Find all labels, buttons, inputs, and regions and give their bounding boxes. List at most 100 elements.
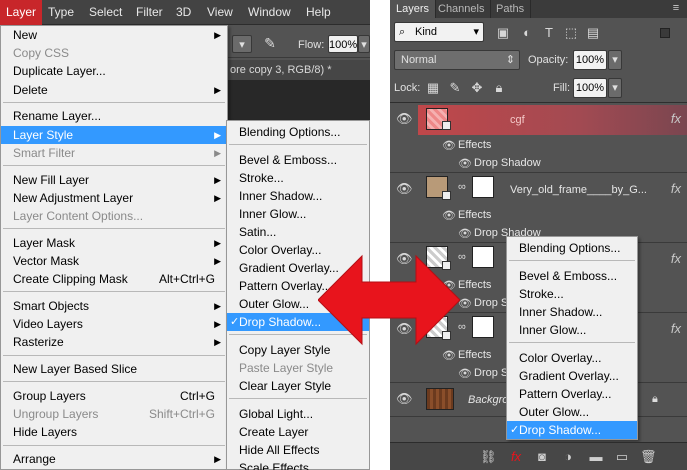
layer-menu-item-create-clipping-mask[interactable]: Create Clipping Mask Alt+Ctrl+G	[1, 270, 227, 288]
layer-menu-item-new-adjustment-layer[interactable]: New Adjustment Layer ▶	[1, 189, 227, 207]
layer-menu-item-new[interactable]: New ▶	[1, 26, 227, 44]
style-menu-item-satin[interactable]: Satin...	[227, 223, 369, 241]
menu-view[interactable]: View	[207, 0, 233, 25]
fx-icon[interactable]: fx	[671, 251, 681, 266]
fx-icon[interactable]: fx	[671, 181, 681, 196]
airbrush-icon[interactable]: ✎	[260, 35, 280, 53]
effect-drop-shadow[interactable]: Drop S	[474, 367, 508, 379]
style-menu-item-global-light[interactable]: Global Light...	[227, 405, 369, 423]
add-layer-style-icon[interactable]: fx	[508, 449, 524, 465]
effect-drop-shadow[interactable]: Drop S	[474, 297, 508, 309]
fill-dropdown[interactable]: ▾	[608, 78, 622, 98]
filter-toggle[interactable]	[660, 28, 670, 38]
menu-help[interactable]: Help	[306, 0, 331, 25]
visibility-eye-icon[interactable]: 👁︎	[396, 391, 413, 407]
pixel-filter-icon[interactable]: ▣	[494, 24, 512, 42]
layer-menu-item-arrange[interactable]: Arrange ▶	[1, 450, 227, 468]
lock-image-icon[interactable]: ✎	[446, 79, 464, 97]
effect-visibility-icon[interactable]: 👁︎	[458, 367, 472, 380]
layer-row-cgf[interactable]: 👁︎ cgf fx 👁︎ Effects 👁︎ Drop Shadow	[390, 103, 687, 173]
trash-icon[interactable]: 🗑︎	[640, 449, 657, 465]
lock-position-icon[interactable]: ✥	[468, 79, 486, 97]
layer-menu-item-vector-mask[interactable]: Vector Mask ▶	[1, 252, 227, 270]
layer-menu-item-new-fill-layer[interactable]: New Fill Layer ▶	[1, 171, 227, 189]
layer-menu-item-video-layers[interactable]: Video Layers ▶	[1, 315, 227, 333]
effect-drop-shadow[interactable]: Drop Shadow	[474, 157, 541, 169]
new-layer-icon[interactable]: ▭	[614, 449, 630, 465]
layer-menu-item-rasterize[interactable]: Rasterize ▶	[1, 333, 227, 351]
menu-filter[interactable]: Filter	[136, 0, 163, 25]
flow-input[interactable]: 100%	[328, 35, 358, 53]
blend-mode-dropdown[interactable]: Normal ⇕	[394, 50, 520, 70]
style-menu-item-blending-options[interactable]: Blending Options...	[227, 123, 369, 141]
menu-select[interactable]: Select	[89, 0, 122, 25]
menu-type[interactable]: Type	[48, 0, 74, 25]
fill-input[interactable]: 100%	[573, 78, 607, 98]
style-menu-item-inner-shadow[interactable]: Inner Shadow...	[227, 187, 369, 205]
adjustment-filter-icon[interactable]: ◐	[518, 24, 536, 42]
style-menu-item-scale-effects[interactable]: Scale Effects...	[227, 459, 369, 470]
opacity-dropdown[interactable]: ▾	[608, 50, 622, 70]
menu-layer[interactable]: Layer	[0, 0, 43, 25]
effects-visibility-icon[interactable]: 👁︎	[442, 349, 456, 362]
style-menu-item-inner-glow[interactable]: Inner Glow...	[227, 205, 369, 223]
opacity-input[interactable]: 100%	[573, 50, 607, 70]
fx-menu-item-inner-glow[interactable]: Inner Glow...	[507, 321, 637, 339]
menu-3d[interactable]: 3D	[176, 0, 191, 25]
layer-name[interactable]: Backgro	[468, 394, 508, 406]
effect-visibility-icon[interactable]: 👁︎	[458, 227, 472, 240]
style-menu-item-clear-layer-style[interactable]: Clear Layer Style	[227, 377, 369, 395]
fx-menu-item-inner-shadow[interactable]: Inner Shadow...	[507, 303, 637, 321]
tab-channels[interactable]: Channels	[432, 0, 492, 18]
lock-all-icon[interactable]: 🔒︎	[490, 79, 508, 97]
fx-menu-item-pattern-overlay[interactable]: Pattern Overlay...	[507, 385, 637, 403]
effects-visibility-icon[interactable]: 👁︎	[442, 139, 456, 152]
fx-menu-item-gradient-overlay[interactable]: Gradient Overlay...	[507, 367, 637, 385]
layer-menu-item-hide-layers[interactable]: Hide Layers	[1, 423, 227, 441]
fx-icon[interactable]: fx	[671, 111, 681, 126]
layer-menu-item-layer-mask[interactable]: Layer Mask ▶	[1, 234, 227, 252]
fx-menu-item-color-overlay[interactable]: Color Overlay...	[507, 349, 637, 367]
fx-menu-item-drop-shadow[interactable]: ✓ Drop Shadow...	[507, 421, 637, 439]
panel-menu-icon[interactable]: ≡	[669, 2, 683, 16]
fx-menu-item-bevel-emboss[interactable]: Bevel & Emboss...	[507, 267, 637, 285]
brush-preset-dropdown[interactable]: ▾	[232, 35, 252, 53]
fx-menu-item-blending-options[interactable]: Blending Options...	[507, 239, 637, 257]
layer-menu-item-group-layers[interactable]: Group Layers Ctrl+G	[1, 387, 227, 405]
link-layers-icon[interactable]: ⛓︎	[480, 449, 497, 465]
layer-name[interactable]: cgf	[510, 114, 525, 126]
tab-layers[interactable]: Layers	[390, 0, 437, 18]
menu-window[interactable]: Window	[248, 0, 291, 25]
style-menu-item-bevel-emboss[interactable]: Bevel & Emboss...	[227, 151, 369, 169]
layer-menu-item-duplicate-layer[interactable]: Duplicate Layer...	[1, 62, 227, 80]
effect-visibility-icon[interactable]: 👁︎	[458, 157, 472, 170]
fx-menu-item-outer-glow[interactable]: Outer Glow...	[507, 403, 637, 421]
visibility-eye-icon[interactable]: 👁︎	[396, 111, 413, 127]
shape-filter-icon[interactable]: ⬚	[562, 24, 580, 42]
layer-menu-item-layer-style[interactable]: Layer Style ▶	[1, 125, 227, 144]
layer-menu-item-delete[interactable]: Delete ▶	[1, 81, 227, 99]
filter-kind-dropdown[interactable]: ⌕ Kind ▾	[394, 22, 484, 42]
visibility-eye-icon[interactable]: 👁︎	[396, 181, 413, 197]
tab-paths[interactable]: Paths	[490, 0, 532, 18]
lock-transparent-icon[interactable]: ▦	[424, 79, 442, 97]
effect-visibility-icon[interactable]: 👁︎	[458, 297, 472, 310]
layer-menu-item-new-layer-based-slice[interactable]: New Layer Based Slice	[1, 360, 227, 378]
flow-dropdown[interactable]: ▾	[358, 35, 370, 53]
smart-object-filter-icon[interactable]: ▤	[584, 24, 602, 42]
document-tab[interactable]: ore copy 3, RGB/8) *	[228, 60, 370, 80]
layer-menu-item-smart-objects[interactable]: Smart Objects ▶	[1, 297, 227, 315]
new-group-icon[interactable]: ▬	[588, 449, 604, 465]
layer-name[interactable]: Very_old_frame____by_G...	[510, 184, 647, 196]
effects-visibility-icon[interactable]: 👁︎	[442, 209, 456, 222]
style-menu-item-create-layer[interactable]: Create Layer	[227, 423, 369, 441]
new-adjustment-icon[interactable]: ◑	[560, 449, 576, 465]
fx-menu-item-stroke[interactable]: Stroke...	[507, 285, 637, 303]
fx-icon[interactable]: fx	[671, 321, 681, 336]
add-mask-icon[interactable]: ◙	[534, 449, 550, 465]
style-menu-item-stroke[interactable]: Stroke...	[227, 169, 369, 187]
layer-row-frame[interactable]: 👁︎ ∞ Very_old_frame____by_G... fx 👁︎ Eff…	[390, 173, 687, 243]
style-menu-item-hide-all-effects[interactable]: Hide All Effects	[227, 441, 369, 459]
layer-menu-item-rename-layer[interactable]: Rename Layer...	[1, 107, 227, 125]
type-filter-icon[interactable]: T	[540, 24, 558, 42]
